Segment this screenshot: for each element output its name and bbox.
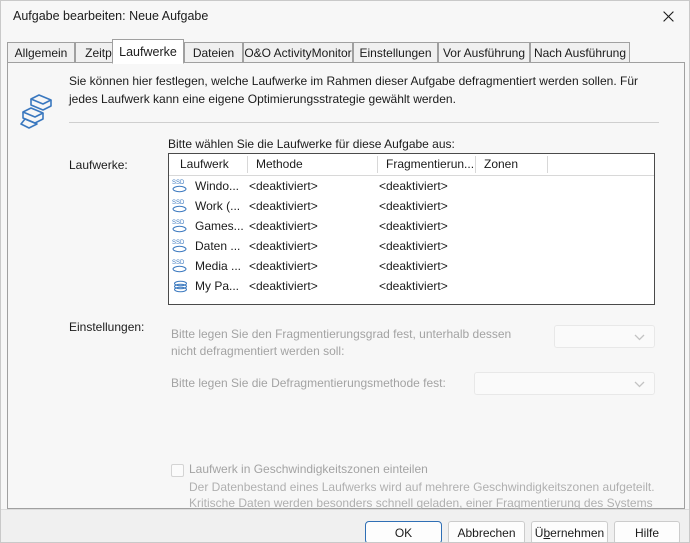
apply-button-label: Übernehmen xyxy=(534,525,605,540)
cell-name: Daten ... xyxy=(195,239,241,253)
tab-label: Dateien xyxy=(192,46,235,60)
cell-method: <deaktiviert> xyxy=(249,179,318,193)
cell-fragmentation: <deaktiviert> xyxy=(379,199,448,213)
column-separator[interactable] xyxy=(247,156,248,173)
table-row[interactable]: SSD Games... <deaktiviert> <deaktiviert> xyxy=(169,216,654,236)
column-header[interactable]: Laufwerk xyxy=(173,154,247,175)
cell-fragmentation: <deaktiviert> xyxy=(379,259,448,273)
column-header[interactable]: Methode xyxy=(249,154,374,175)
column-header[interactable]: Fragmentierun... xyxy=(379,154,475,175)
tab-laufwerke[interactable]: Laufwerke xyxy=(112,39,184,64)
settings-field-label: Einstellungen: xyxy=(69,320,145,334)
cell-zones xyxy=(477,216,545,236)
cell-name: Work (... xyxy=(195,199,241,213)
column-separator[interactable] xyxy=(377,156,378,173)
tab-label: Laufwerke xyxy=(119,44,177,59)
tab-nach-ausf-hrung[interactable]: Nach Ausführung xyxy=(530,42,630,63)
table-row[interactable]: SSD Media ... <deaktiviert> <deaktiviert> xyxy=(169,256,654,276)
speed-zones-label[interactable]: Laufwerk in Geschwindigkeitszonen eintei… xyxy=(189,462,428,476)
drives-table-header: Laufwerk Methode Fragmentierun... Zonen xyxy=(169,154,654,176)
cell-zones xyxy=(477,236,545,256)
table-row[interactable]: SSD Windo... <deaktiviert> <deaktiviert> xyxy=(169,176,654,196)
tab-einstellungen[interactable]: Einstellungen xyxy=(353,42,438,63)
column-header[interactable]: Zonen xyxy=(477,154,545,175)
tab-label: Vor Ausführung xyxy=(442,46,526,60)
intro-description: Sie können hier festlegen, welche Laufwe… xyxy=(69,74,638,106)
chevron-down-icon xyxy=(634,377,645,391)
cancel-button[interactable]: Abbrechen xyxy=(448,521,525,542)
fragmentation-degree-select[interactable] xyxy=(554,325,655,348)
close-icon xyxy=(663,11,674,22)
tab-vor-ausf-hrung[interactable]: Vor Ausführung xyxy=(438,42,530,63)
tab-label: Nach Ausführung xyxy=(533,46,627,60)
cell-name: Windo... xyxy=(195,179,240,193)
section-divider xyxy=(69,122,659,123)
tab-bar: Allgemein Zeitplan Laufwerke Dateien O&O Act… xyxy=(1,39,689,64)
task-edit-dialog: Aufgabe bearbeiten: Neue Aufgabe Allgeme… xyxy=(0,0,690,543)
cell-fragmentation: <deaktiviert> xyxy=(379,179,448,193)
help-button[interactable]: Hilfe xyxy=(614,521,680,542)
column-separator[interactable] xyxy=(475,156,476,173)
cell-method: <deaktiviert> xyxy=(249,279,318,293)
drives-prompt: Bitte wählen Sie die Laufwerke für diese… xyxy=(168,137,455,151)
drives-table[interactable]: Laufwerk Methode Fragmentierun... Zonen SSD… xyxy=(168,153,655,305)
tab-dateien[interactable]: Dateien xyxy=(184,42,243,63)
column-separator[interactable] xyxy=(547,156,548,173)
cell-method: <deaktiviert> xyxy=(249,259,318,273)
window-title: Aufgabe bearbeiten: Neue Aufgabe xyxy=(13,9,209,23)
chevron-down-icon xyxy=(634,330,645,344)
tab-o-o-activitymonitor[interactable]: O&O ActivityMonitor xyxy=(243,42,353,63)
dialog-footer: OK Abbrechen Übernehmen Hilfe xyxy=(1,509,689,542)
defrag-method-select[interactable] xyxy=(474,372,655,395)
tab-allgemein[interactable]: Allgemein xyxy=(7,42,75,63)
table-row[interactable]: SSD Daten ... <deaktiviert> <deaktiviert> xyxy=(169,236,654,256)
cell-method: <deaktiviert> xyxy=(249,219,318,233)
table-row[interactable]: My Pa... <deaktiviert> <deaktiviert> xyxy=(169,276,654,296)
cell-zones xyxy=(477,256,545,276)
drives-field-label: Laufwerke: xyxy=(69,158,128,172)
cell-zones xyxy=(477,276,545,296)
fragmentation-degree-label: Bitte legen Sie den Fragmentierungsgrad … xyxy=(171,327,512,358)
cell-fragmentation: <deaktiviert> xyxy=(379,279,448,293)
cell-name: My Pa... xyxy=(195,279,240,293)
cell-zones xyxy=(477,196,545,216)
apply-button[interactable]: Übernehmen xyxy=(531,521,608,542)
cell-method: <deaktiviert> xyxy=(249,199,318,213)
cell-zones xyxy=(477,176,545,196)
disk-stack-icon xyxy=(17,89,65,139)
tab-label: O&O ActivityMonitor xyxy=(244,46,352,60)
drives-table-body: SSD Windo... <deaktiviert> <deaktiviert> SSD… xyxy=(169,176,654,296)
defrag-method-label: Bitte legen Sie die Defragmentierungsmet… xyxy=(171,376,446,390)
speed-zones-checkbox[interactable] xyxy=(171,464,184,477)
cell-fragmentation: <deaktiviert> xyxy=(379,219,448,233)
cell-name: Media ... xyxy=(195,259,242,273)
tab-label: Allgemein xyxy=(14,46,68,60)
cell-method: <deaktiviert> xyxy=(249,239,318,253)
cell-fragmentation: <deaktiviert> xyxy=(379,239,448,253)
table-row[interactable]: SSD Work (... <deaktiviert> <deaktiviert> xyxy=(169,196,654,216)
cell-name: Games... xyxy=(195,219,244,233)
title-bar: Aufgabe bearbeiten: Neue Aufgabe xyxy=(1,1,689,33)
tab-label: Einstellungen xyxy=(359,46,432,60)
ok-button[interactable]: OK xyxy=(365,521,442,542)
close-button[interactable] xyxy=(646,1,689,32)
